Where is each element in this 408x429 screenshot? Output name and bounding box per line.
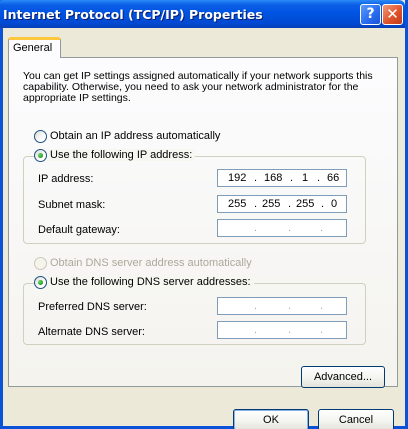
- radio-use-following-ip[interactable]: [34, 149, 47, 162]
- close-button[interactable]: ✕: [382, 4, 403, 25]
- obtain-ip-auto-label: Obtain an IP address automatically: [50, 130, 221, 142]
- ip-address-input[interactable]: 192 . 168 . 1 . 66: [217, 169, 347, 187]
- use-following-dns-label: Use the following DNS server addresses:: [47, 276, 254, 288]
- close-icon: ✕: [386, 5, 399, 23]
- subnet-mask-label: Subnet mask:: [38, 199, 106, 211]
- radio-obtain-ip-auto[interactable]: [34, 130, 47, 143]
- obtain-dns-auto-label: Obtain DNS server address automatically: [50, 257, 252, 269]
- alternate-dns-input[interactable]: . . .: [217, 321, 347, 339]
- preferred-dns-label: Preferred DNS server:: [38, 301, 147, 313]
- preferred-dns-input[interactable]: . . .: [217, 297, 347, 315]
- tab-general-label: General: [13, 42, 53, 54]
- help-icon: ?: [366, 6, 375, 22]
- ip-address-label: IP address:: [38, 173, 94, 185]
- radio-selected-dot: [38, 153, 43, 158]
- ok-button[interactable]: OK: [233, 409, 309, 429]
- alternate-dns-label: Alternate DNS server:: [38, 326, 145, 338]
- use-following-ip-label: Use the following IP address:: [47, 149, 196, 161]
- cancel-button[interactable]: Cancel: [318, 409, 394, 429]
- tab-general[interactable]: General: [8, 37, 61, 58]
- radio-use-following-dns[interactable]: [34, 276, 47, 289]
- radio-selected-dot: [38, 280, 43, 285]
- window-title: Internet Protocol (TCP/IP) Properties: [3, 7, 263, 22]
- default-gateway-label: Default gateway:: [38, 224, 120, 236]
- default-gateway-input[interactable]: . . .: [217, 219, 347, 237]
- advanced-button[interactable]: Advanced...: [301, 366, 385, 388]
- subnet-mask-input[interactable]: 255 . 255 . 255 . 0: [217, 195, 347, 213]
- help-button[interactable]: ?: [360, 4, 381, 25]
- intro-text: You can get IP settings assigned automat…: [23, 70, 373, 104]
- title-bar[interactable]: Internet Protocol (TCP/IP) Properties ? …: [0, 0, 405, 28]
- radio-obtain-dns-auto[interactable]: [34, 257, 47, 270]
